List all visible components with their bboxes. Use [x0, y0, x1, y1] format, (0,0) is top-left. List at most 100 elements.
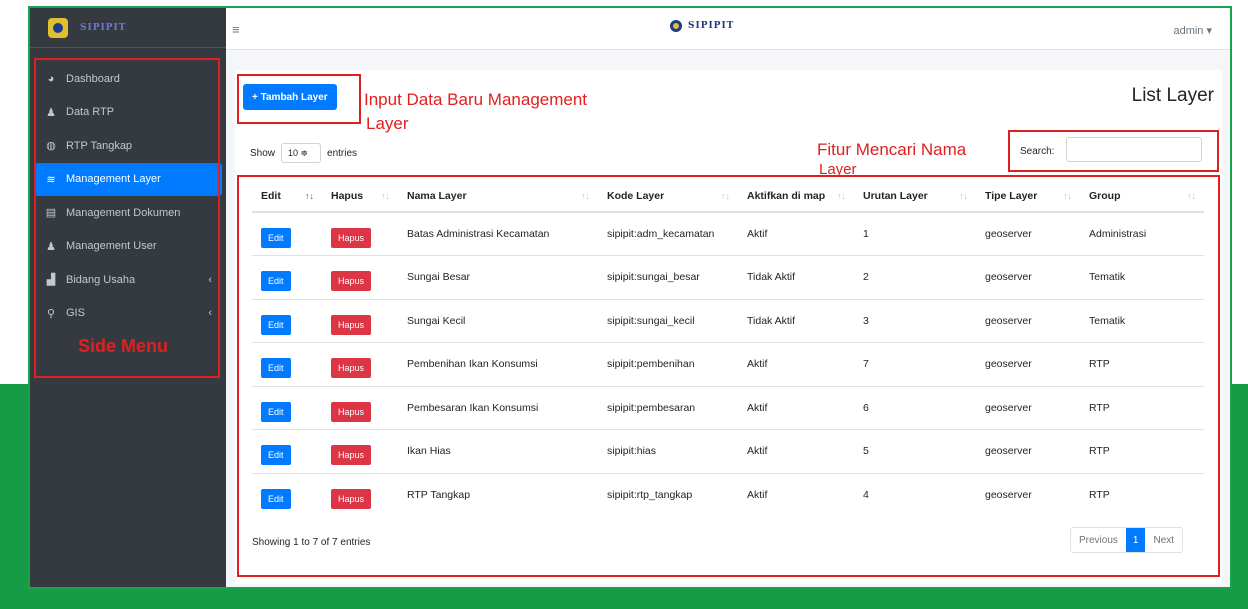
edit-cell: Edit [252, 472, 322, 517]
sort-icon: ↑↓ [381, 191, 390, 201]
sort-icon: ↑↓ [581, 191, 590, 201]
column-header-label: Group [1089, 189, 1121, 202]
table-cell: 6 [854, 385, 976, 430]
top-navbar: ≡ SIPIPIT admin ▾ [226, 8, 1230, 50]
table-cell: 2 [854, 255, 976, 299]
column-header-edit[interactable]: Edit ↑↓ [252, 180, 322, 213]
column-header-label: Tipe Layer [985, 189, 1038, 202]
layer-table: Edit ↑↓ Hapus ↑↓ Nama Layer ↑↓ Kode Layer ↑↓ Akt… [252, 180, 1204, 517]
table-cell: Aktif [738, 211, 854, 256]
edit-button[interactable]: Edit [261, 358, 291, 379]
column-header-urutan-layer[interactable]: Urutan Layer ↑↓ [854, 180, 976, 213]
delete-button[interactable]: Hapus [331, 271, 372, 292]
table-row: Edit Hapus Ikan Hias sipipit:hias Aktif 5 geos… [252, 429, 1204, 473]
column-header-label: Kode Layer [607, 189, 665, 202]
logo-icon [670, 20, 682, 32]
table-cell: Aktif [738, 342, 854, 386]
table-cell: RTP Tangkap [398, 472, 598, 517]
table-cell: geoserver [976, 385, 1080, 430]
screenshot-stage: SIPIPIT ◕ Dashboard ♟ Data RTP ◍ RTP Tangkap ≋… [0, 0, 1248, 609]
edit-cell: Edit [252, 429, 322, 473]
column-header-aktifkan-di-map[interactable]: Aktifkan di map ↑↓ [738, 180, 854, 213]
table-cell: sipipit:sungai_kecil [598, 298, 738, 343]
edit-button[interactable]: Edit [261, 271, 291, 292]
delete-button[interactable]: Hapus [331, 401, 372, 422]
table-cell: Pembesaran Ikan Konsumsi [398, 385, 598, 430]
edit-button[interactable]: Edit [261, 314, 291, 335]
edit-button[interactable]: Edit [261, 489, 291, 509]
hapus-cell: Hapus [322, 298, 398, 343]
table-cell: Aktif [738, 472, 854, 517]
table-cell: Aktif [738, 429, 854, 473]
brand[interactable]: SIPIPIT [30, 8, 226, 48]
table-cell: geoserver [976, 298, 1080, 343]
column-header-label: Aktifkan di map [747, 189, 826, 202]
table-cell: Sungai Kecil [398, 298, 598, 343]
column-header-nama-layer[interactable]: Nama Layer ↑↓ [398, 180, 598, 213]
table-row: Edit Hapus Batas Administrasi Kecamatan sip… [252, 211, 1204, 256]
search-label: Search: [1020, 146, 1055, 157]
table-cell: geoserver [976, 255, 1080, 299]
entries-select[interactable]: 10 ≑ [281, 143, 322, 163]
add-annotation-line1: Input Data Baru Management [364, 90, 588, 109]
column-header-label: Nama Layer [407, 189, 467, 202]
edit-cell: Edit [252, 211, 322, 256]
edit-cell: Edit [252, 385, 322, 430]
table-cell: 5 [854, 429, 976, 473]
table-row: Edit Hapus RTP Tangkap sipipit:rtp_tangkap A… [252, 472, 1204, 517]
sort-icon: ↑↓ [837, 191, 846, 201]
edit-button[interactable]: Edit [261, 228, 291, 248]
page-1-button[interactable]: 1 [1125, 528, 1146, 552]
entries-label: entries [327, 147, 358, 159]
hapus-cell: Hapus [322, 429, 398, 473]
search-annotation-line1: Fitur Mencari Nama [817, 140, 967, 159]
table-cell: Pembenihan Ikan Konsumsi [398, 342, 598, 386]
edit-cell: Edit [252, 255, 322, 299]
table-cell: geoserver [976, 472, 1080, 517]
table-cell: geoserver [976, 342, 1080, 386]
sort-icon: ↑↓ [721, 191, 730, 201]
column-header-group[interactable]: Group ↑↓ [1080, 180, 1204, 213]
table-cell: RTP [1080, 472, 1204, 517]
pagination: Previous 1 Next [1070, 527, 1184, 553]
delete-button[interactable]: Hapus [331, 358, 372, 379]
table-cell: sipipit:adm_kecamatan [598, 211, 738, 256]
delete-button[interactable]: Hapus [331, 314, 372, 335]
user-menu[interactable]: admin ▾ [1173, 24, 1212, 37]
table-row: Edit Hapus Sungai Kecil sipipit:sungai_keci… [252, 298, 1204, 343]
hamburger-icon[interactable]: ≡ [232, 22, 240, 37]
edit-button[interactable]: Edit [261, 401, 291, 422]
table-cell: RTP [1080, 342, 1204, 386]
table-cell: 4 [854, 472, 976, 517]
table-cell: 1 [854, 211, 976, 256]
table-cell: Tematik [1080, 255, 1204, 299]
table-cell: geoserver [976, 429, 1080, 473]
column-header-label: Edit [261, 189, 281, 202]
search-input[interactable] [1066, 137, 1202, 162]
page-title: List Layer [1131, 85, 1214, 106]
table-cell: sipipit:hias [598, 429, 738, 473]
table-cell: sipipit:pembesaran [598, 385, 738, 430]
column-header-tipe-layer[interactable]: Tipe Layer ↑↓ [976, 180, 1080, 213]
table-cell: geoserver [976, 211, 1080, 256]
top-logo-text: SIPIPIT [688, 21, 735, 31]
delete-button[interactable]: Hapus [331, 489, 372, 509]
edit-button[interactable]: Edit [261, 445, 291, 466]
column-header-hapus[interactable]: Hapus ↑↓ [322, 180, 398, 213]
next-button[interactable]: Next [1145, 528, 1182, 552]
table-row: Edit Hapus Pembenihan Ikan Konsumsi sipipit… [252, 342, 1204, 386]
brand-logo-icon [48, 17, 68, 38]
delete-button[interactable]: Hapus [331, 445, 372, 466]
previous-button[interactable]: Previous [1071, 528, 1126, 552]
hapus-cell: Hapus [322, 255, 398, 299]
table-body: Edit Hapus Batas Administrasi Kecamatan sip… [252, 211, 1204, 517]
column-header-label: Hapus [331, 189, 364, 202]
table-cell: sipipit:sungai_besar [598, 255, 738, 299]
table-header-row: Edit ↑↓ Hapus ↑↓ Nama Layer ↑↓ Kode Layer ↑↓ Akt… [252, 180, 1204, 213]
column-header-label: Urutan Layer [863, 189, 928, 202]
sort-icon: ↑↓ [305, 191, 314, 201]
column-header-kode-layer[interactable]: Kode Layer ↑↓ [598, 180, 738, 213]
delete-button[interactable]: Hapus [331, 228, 372, 248]
table-cell: Ikan Hias [398, 429, 598, 473]
table-cell: Tematik [1080, 298, 1204, 343]
